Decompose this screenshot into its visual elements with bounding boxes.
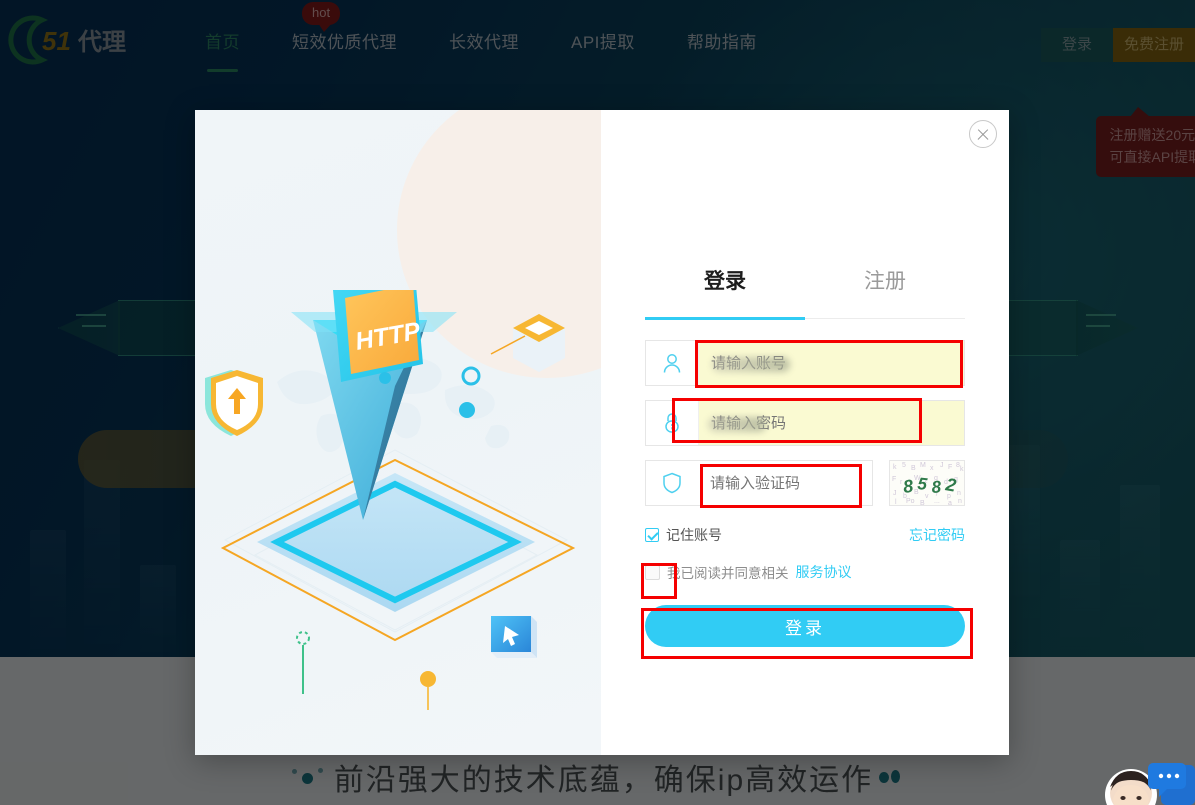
svg-text:B: B: [911, 465, 916, 472]
remember-row: 记住账号 忘记密码: [645, 525, 965, 545]
svg-text:Po: Po: [906, 498, 915, 505]
username-masked-value: [712, 357, 790, 372]
captcha-field-row: [645, 460, 921, 506]
close-icon[interactable]: [969, 120, 997, 148]
page-root: 企业级高品质代理服务 千万量级纯净IP资源池，稳定可靠 前沿强大的技术底蕴，确保…: [0, 0, 1195, 805]
svg-text:...: ...: [934, 498, 940, 505]
lock-icon: [646, 401, 698, 445]
login-submit-button[interactable]: 登录: [645, 605, 965, 647]
svg-text:F: F: [948, 464, 952, 471]
agreement-checkbox[interactable]: [645, 564, 660, 580]
captcha-input[interactable]: [698, 461, 921, 505]
password-masked-value: [708, 417, 766, 432]
svg-text:k: k: [893, 464, 897, 471]
svg-text:x: x: [930, 465, 934, 472]
svg-text:v: v: [925, 493, 929, 500]
svg-text:B: B: [920, 500, 925, 506]
svg-text:8: 8: [931, 477, 942, 497]
remember-account-checkbox[interactable]: 记住账号: [645, 525, 722, 545]
svg-text:5: 5: [902, 462, 906, 469]
agreement-row: 我已阅读并同意相关 服务协议: [645, 562, 965, 582]
shield-icon: [646, 461, 698, 505]
customer-service-widget[interactable]: [1091, 753, 1195, 805]
agreement-text: 我已阅读并同意相关: [667, 566, 789, 581]
modal-form-panel: 登录 注册 请输入账号 请输入验证码 k 5 B M x J F 8 k F r…: [601, 110, 1009, 755]
svg-text:M: M: [920, 462, 926, 469]
svg-text:a: a: [948, 500, 952, 506]
svg-text:n: n: [958, 498, 962, 505]
svg-text:J: J: [893, 490, 897, 497]
remember-account-label: 记住账号: [666, 527, 722, 543]
captcha-image[interactable]: k5B MxJ F8k FrW zgd q JbB vjp n l Po B ...…: [889, 460, 965, 506]
tab-active-underline: [645, 317, 805, 320]
tab-register[interactable]: 注册: [805, 265, 965, 317]
user-icon: [646, 341, 698, 385]
proxy-illustration: HTTP: [205, 290, 576, 710]
tab-login[interactable]: 登录: [645, 265, 805, 317]
service-agreement-link[interactable]: 服务协议: [796, 562, 852, 582]
password-field-row: [645, 400, 965, 446]
forgot-password-link[interactable]: 忘记密码: [909, 525, 965, 545]
svg-text:n: n: [957, 490, 961, 497]
username-field-row: [645, 340, 965, 386]
svg-text:J: J: [940, 462, 944, 469]
svg-text:F: F: [892, 476, 896, 483]
svg-text:k: k: [960, 466, 964, 473]
checkbox-check-icon: [645, 528, 659, 542]
login-modal: HTTP 登录 注册 请输入账号 请输入验证码 k 5 B M x J F 8 …: [195, 110, 1009, 755]
modal-illustration-panel: HTTP: [195, 110, 601, 755]
auth-tabs: 登录 注册: [645, 265, 965, 317]
